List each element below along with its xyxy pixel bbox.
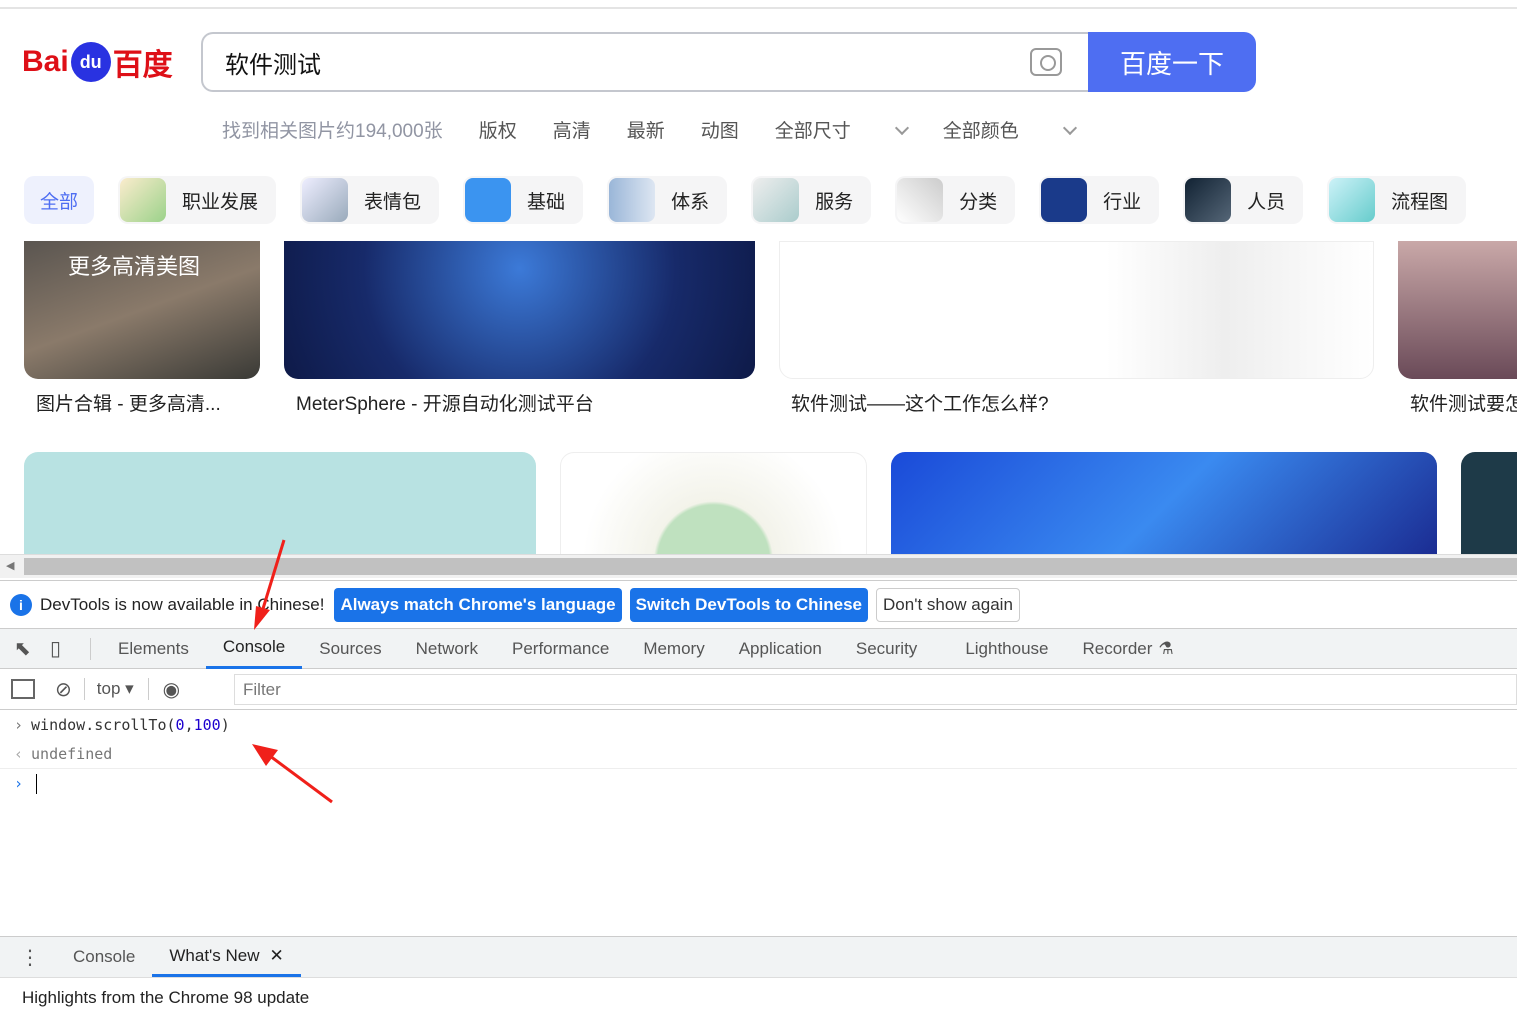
annotation-arrows (252, 539, 333, 804)
red-arrow-icon (254, 539, 286, 630)
red-arrow-icon (252, 744, 333, 804)
